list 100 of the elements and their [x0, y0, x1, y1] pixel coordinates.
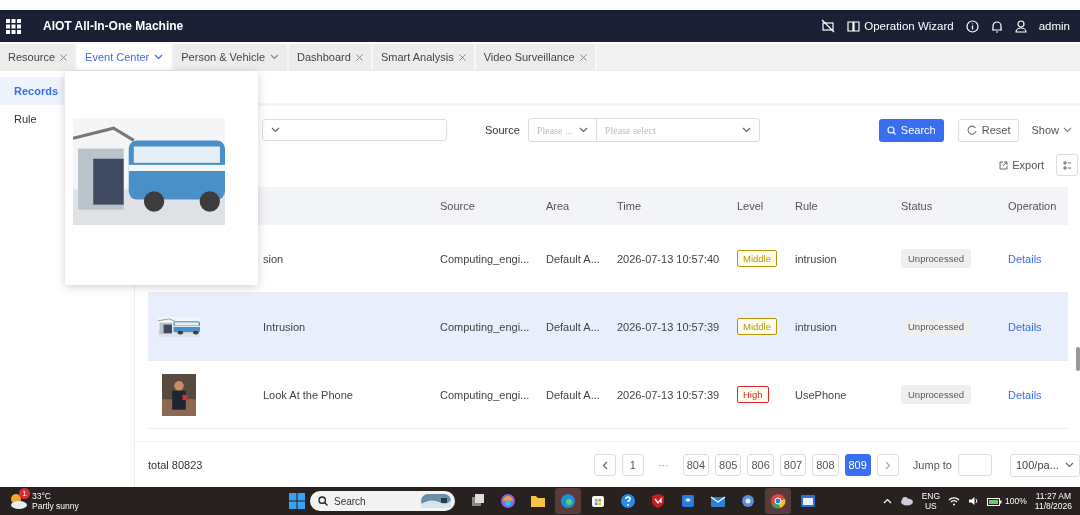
table-cell-text: 2026-07-13 10:57:40 — [617, 252, 721, 265]
table-cell-text: intrusion — [795, 252, 838, 265]
table-cell-text: Computing_engi... — [440, 252, 531, 265]
swirl-icon — [499, 492, 517, 510]
level-tag: Middle — [737, 318, 777, 335]
page-input[interactable] — [958, 454, 992, 476]
crossed-camera-icon[interactable] — [821, 19, 836, 33]
table-cell-text: 2026-07-13 10:57:39 — [617, 388, 721, 401]
start-icon[interactable] — [288, 492, 306, 510]
column-header: Status — [901, 200, 934, 212]
help-icon — [619, 492, 637, 510]
cloud-icon[interactable] — [899, 496, 914, 506]
details-link[interactable]: Details — [1008, 388, 1042, 401]
table-cell-text: Look At the Phone — [263, 388, 354, 401]
bell-icon[interactable] — [990, 19, 1003, 33]
notification-badge: 1 — [19, 488, 30, 499]
book-icon — [847, 20, 861, 32]
table-cell-text: Default A... — [546, 320, 601, 333]
battery-icon[interactable] — [987, 496, 1003, 506]
browser-icon — [559, 492, 577, 510]
weather-text: Partly sunny — [32, 501, 79, 511]
tab[interactable]: Dashboard — [289, 44, 373, 70]
table-cell-text: Computing_engi... — [440, 388, 531, 401]
apps-grid-icon[interactable] — [6, 18, 21, 34]
chevron-down-icon — [270, 54, 280, 60]
user-icon[interactable] — [1014, 19, 1027, 33]
details-link[interactable]: Details — [1008, 252, 1042, 265]
box-icon — [679, 492, 697, 510]
wifi-icon[interactable] — [948, 496, 961, 506]
tab[interactable]: Video Surveillance — [475, 44, 597, 70]
close-icon[interactable] — [458, 53, 466, 61]
chevron-up-icon[interactable] — [882, 498, 892, 504]
sidebar-item[interactable]: Records — [0, 77, 64, 105]
details-link[interactable]: Details — [1008, 320, 1042, 333]
select-field[interactable] — [262, 119, 447, 141]
language-indicator[interactable]: ENG US — [921, 491, 941, 511]
app-title: AIOT All-In-One Machine — [43, 19, 185, 33]
page-button[interactable]: 808 — [812, 454, 839, 476]
list-icon — [1062, 160, 1072, 170]
temperature-text: 33°C — [32, 491, 52, 501]
battery-percent: 100% — [1005, 496, 1027, 506]
taskbar-app[interactable] — [765, 488, 791, 514]
table-cell-text: sion — [263, 252, 285, 265]
taskbar-search-field[interactable]: Search — [310, 491, 455, 511]
column-header: Level — [737, 200, 765, 212]
jump-label: Jump to — [912, 459, 952, 471]
export-button[interactable]: Export — [995, 159, 1044, 171]
chevron-down-icon — [271, 127, 280, 133]
total-count: total 80823 — [148, 459, 204, 471]
table-cell-text: Default A... — [546, 252, 601, 265]
close-icon[interactable] — [579, 53, 587, 61]
volume-icon[interactable] — [968, 496, 980, 506]
chevron-left-icon — [601, 460, 608, 470]
search-icon — [886, 125, 896, 135]
chevron-right-icon — [884, 460, 891, 470]
chevron-down-icon — [1065, 462, 1074, 468]
page-button[interactable]: 807 — [779, 454, 807, 476]
table-cell-text: Intrusion — [263, 320, 307, 333]
clock[interactable]: 11:27 AM 11/8/2026 — [1034, 491, 1072, 511]
level-tag: High — [737, 386, 769, 403]
column-header: Area — [546, 200, 571, 212]
window-icon — [799, 492, 817, 510]
status-tag: Unprocessed — [901, 385, 971, 404]
user-name[interactable]: admin — [1038, 20, 1070, 32]
level-tag: Middle — [737, 250, 777, 267]
page-button[interactable]: 804 — [682, 454, 710, 476]
refresh-icon — [966, 125, 977, 135]
reset-button[interactable]: Reset — [957, 118, 1020, 142]
table-cell-text: UsePhone — [795, 388, 848, 401]
page-button[interactable]: 806 — [747, 454, 774, 476]
table-cell-text: 2026-07-13 10:57:39 — [617, 320, 721, 333]
table-row[interactable]: Look At the Phone Computing_engi... Default A... 2026-07-13 10:57:39 High UsePhone Unprocessed Details — [148, 361, 1068, 429]
column-header: Operation — [1008, 200, 1058, 212]
status-tag: Unprocessed — [901, 317, 971, 336]
close-icon[interactable] — [355, 53, 363, 61]
status-tag: Unprocessed — [901, 249, 971, 268]
weather-icon[interactable] — [8, 492, 28, 510]
operation-wizard-link[interactable]: Operation Wizard — [847, 20, 954, 32]
table-cell-text: Computing_engi... — [440, 320, 531, 333]
close-icon[interactable] — [60, 53, 68, 61]
search-button[interactable]: Search — [878, 118, 944, 142]
chevron-down-icon — [1063, 127, 1072, 133]
chevron-down-icon — [154, 54, 164, 60]
field-label: Source — [485, 124, 520, 136]
table-row[interactable]: Intrusion Computing_engi... Default A... 2026-07-13 10:57:39 Middle intrusion Unprocessed Details — [148, 293, 1068, 361]
table-cell-text: intrusion — [795, 320, 838, 333]
page-button[interactable]: 809 — [844, 454, 871, 476]
export-icon — [999, 160, 1009, 170]
tab[interactable]: Person & Vehicle — [173, 44, 290, 70]
page-button[interactable]: 805 — [715, 454, 742, 476]
page-button[interactable]: 1 — [621, 454, 644, 476]
tab[interactable]: Resource — [0, 44, 78, 70]
info-icon[interactable] — [965, 19, 979, 33]
show-toggle[interactable]: Show — [1027, 124, 1072, 136]
shield-icon — [649, 492, 667, 510]
tab[interactable]: Event Center — [77, 44, 174, 70]
tab[interactable]: Smart Analysis — [372, 44, 476, 70]
page-size-select[interactable]: 100/pa... — [1010, 453, 1080, 477]
scrollbar-thumb[interactable] — [1076, 347, 1080, 371]
column-header: Rule — [795, 200, 819, 212]
